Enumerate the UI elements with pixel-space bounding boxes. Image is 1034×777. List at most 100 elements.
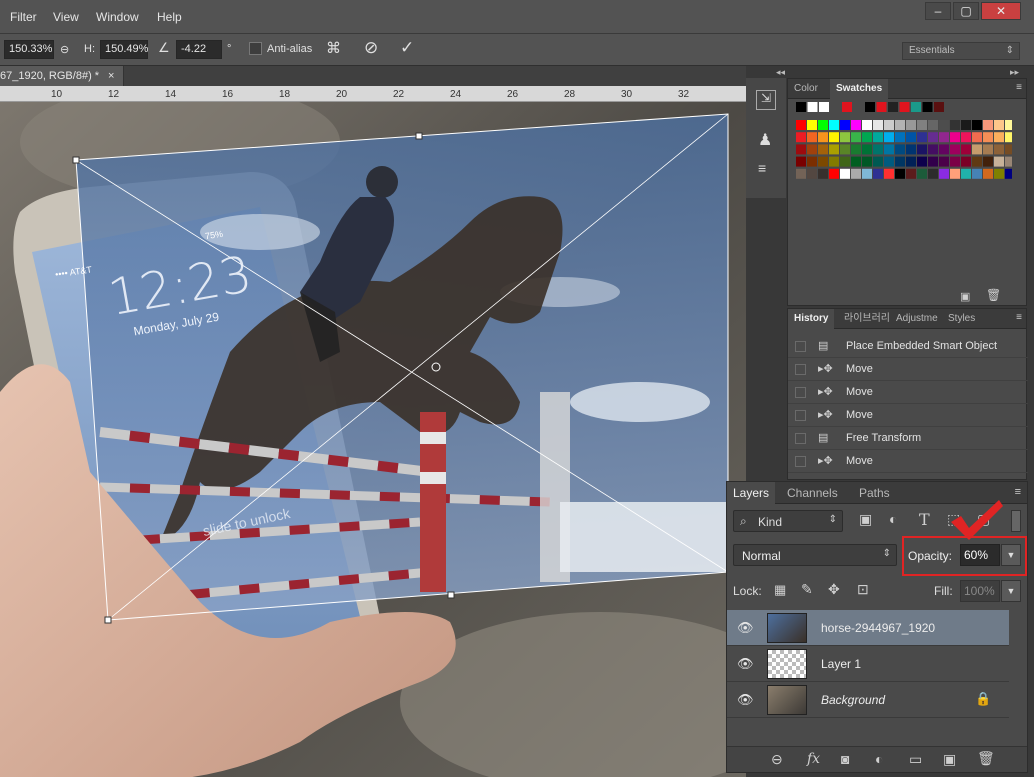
swatch[interactable] [961,168,971,179]
swatch[interactable] [983,168,993,179]
layer-row[interactable]: 👁 Layer 1 [727,646,1009,682]
lock-position-icon[interactable]: ✥ [828,581,840,598]
swatch[interactable] [994,168,1004,179]
swatch[interactable] [1005,156,1012,167]
new-group-icon[interactable]: ▭ [909,751,922,768]
swatch[interactable] [922,102,933,112]
maximize-button[interactable]: ▢ [953,2,979,20]
history-checkbox[interactable] [795,341,806,352]
swatch[interactable] [972,168,982,179]
tab-adjustments[interactable]: Adjustme [890,309,944,329]
swatch[interactable] [865,102,875,112]
opacity-field[interactable]: 60% [960,544,1000,566]
swatch[interactable] [873,120,883,130]
swatch[interactable] [840,156,850,167]
swatch[interactable] [796,156,806,167]
swatch[interactable] [939,144,949,155]
swatch[interactable] [888,102,898,112]
swatch[interactable] [884,144,894,155]
swatch[interactable] [829,132,839,143]
warp-icon[interactable]: ⌘ [326,39,341,57]
panel-menu-icon[interactable]: ≡ [1016,312,1022,323]
swatch[interactable] [862,156,872,167]
swatch[interactable] [911,102,921,112]
document-tab[interactable]: 67_1920, RGB/8#) * × [0,66,124,86]
swatch[interactable] [939,120,949,130]
swatch[interactable] [928,132,938,143]
image-filter-icon[interactable]: ▣ [859,511,872,528]
swatch[interactable] [939,168,949,179]
swatch[interactable] [917,132,927,143]
swatch[interactable] [928,144,938,155]
swatch[interactable] [807,156,817,167]
menu-view[interactable]: View [53,10,79,24]
lock-all-icon[interactable]: ⊡ [857,581,869,598]
swatch[interactable] [983,132,993,143]
swatch[interactable] [950,156,960,167]
swatch[interactable] [851,120,861,130]
swatch[interactable] [1005,132,1012,143]
fx-icon[interactable]: fx [807,751,820,767]
layer-row[interactable]: 👁 horse-2944967_1920 [727,610,1009,646]
swatch[interactable] [807,144,817,155]
swatch[interactable] [1005,144,1012,155]
swatch[interactable] [928,120,938,130]
swatch[interactable] [928,168,938,179]
swatch[interactable] [983,120,993,130]
swatch[interactable] [807,132,817,143]
swatch[interactable] [840,144,850,155]
history-item[interactable]: ▤ Place Embedded Smart Object [788,335,1028,358]
swatch[interactable] [796,102,806,112]
history-item[interactable]: ▸✥ Move [788,404,1028,427]
swatch[interactable] [939,156,949,167]
swatch[interactable] [862,144,872,155]
swatch[interactable] [895,156,905,167]
swatch[interactable] [862,120,872,130]
expand-icon[interactable]: ▸▸ [1010,67,1019,78]
history-checkbox[interactable] [795,410,806,421]
swatch[interactable] [851,168,861,179]
filter-toggle[interactable] [1011,510,1021,532]
swatch[interactable] [972,144,982,155]
swatch[interactable] [895,144,905,155]
swatch[interactable] [862,168,872,179]
history-item[interactable]: ▸✥ Move [788,450,1028,473]
blend-mode-select[interactable]: Normal ⇕ [733,544,897,566]
swatch[interactable] [884,120,894,130]
swatch[interactable] [830,102,841,112]
swatch[interactable] [983,156,993,167]
tab-libraries[interactable]: 라이브러리 [838,309,896,329]
adjustment-filter-icon[interactable]: ◐ [889,511,897,527]
swatch[interactable] [796,168,806,179]
swatch[interactable] [829,168,839,179]
swatch[interactable] [906,132,916,143]
fill-slider-button[interactable]: ▼ [1001,580,1021,602]
swatch[interactable] [840,132,850,143]
tab-channels[interactable]: Channels [781,482,844,504]
panel-menu-icon[interactable]: ≡ [1015,486,1021,498]
menu-help[interactable]: Help [157,10,182,24]
swatch-grid[interactable] [792,102,1012,212]
swatch[interactable] [876,102,887,112]
eye-icon[interactable]: 👁 [737,656,754,671]
kind-filter-select[interactable]: ⌕ Kind ⇕ [733,510,843,532]
eye-icon[interactable]: 👁 [737,620,754,635]
swatch[interactable] [994,120,1004,130]
minimize-button[interactable]: – [925,2,951,20]
properties-icon[interactable]: ⇲ [756,90,776,110]
swatch[interactable] [807,168,817,179]
swatch[interactable] [917,168,927,179]
history-checkbox[interactable] [795,456,806,467]
swatch[interactable] [917,144,927,155]
swatch[interactable] [950,144,960,155]
swatch[interactable] [796,132,806,143]
swatch[interactable] [950,168,960,179]
swatch[interactable] [884,168,894,179]
swatch[interactable] [917,120,927,130]
swatch[interactable] [895,120,905,130]
swatch[interactable] [818,156,828,167]
swatch[interactable] [829,120,839,130]
brush-icon[interactable]: ♟ [758,130,772,150]
swatch[interactable] [961,132,971,143]
swatch[interactable] [906,168,916,179]
